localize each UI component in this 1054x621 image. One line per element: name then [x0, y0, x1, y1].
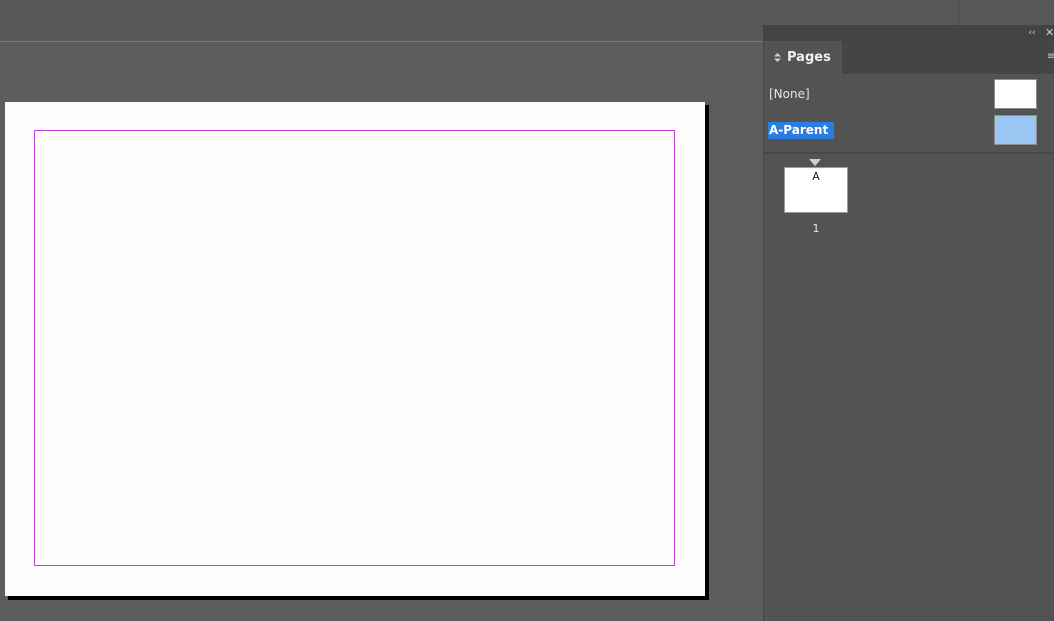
parent-thumbnail-a-parent[interactable]: [994, 115, 1037, 145]
document-page[interactable]: [5, 102, 705, 596]
page-thumbnail[interactable]: A: [784, 167, 848, 213]
parent-label-none: [None]: [769, 87, 810, 101]
panel-menu-icon[interactable]: ≡: [1047, 51, 1054, 63]
toolbar-divider: [958, 0, 959, 25]
parent-row-none[interactable]: [None]: [764, 79, 1054, 109]
parent-thumbnail-none[interactable]: [994, 79, 1037, 109]
collapse-panel-icon[interactable]: ‹‹: [1026, 26, 1038, 40]
pages-panel: ‹‹ ✕ Pages ≡ [None] A-Parent A 1: [763, 25, 1054, 621]
tab-pages-label: Pages: [787, 50, 831, 65]
panel-header: ‹‹ ✕: [764, 25, 1054, 41]
parent-row-a-parent[interactable]: A-Parent: [764, 115, 1054, 145]
panel-tab-bar: Pages ≡: [764, 41, 1054, 74]
tab-pages[interactable]: Pages: [764, 41, 842, 74]
page-parent-prefix: A: [812, 170, 820, 183]
margin-guide: [34, 130, 675, 566]
page-thumbnail-item[interactable]: A 1: [784, 159, 850, 239]
indesign-workspace: ‹‹ ✕ Pages ≡ [None] A-Parent A 1: [0, 0, 1054, 621]
page-number: 1: [812, 222, 820, 235]
updown-arrows-icon: [773, 53, 781, 62]
parent-label-a-parent: A-Parent: [768, 122, 835, 139]
current-page-marker-icon: [809, 159, 821, 166]
panel-section-divider[interactable]: [764, 152, 1054, 154]
close-icon[interactable]: ✕: [1045, 26, 1054, 40]
